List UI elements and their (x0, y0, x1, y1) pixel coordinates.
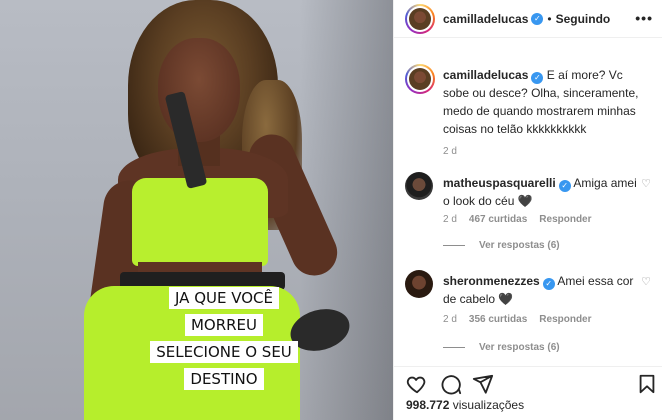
comment-item: sheronmenezzes ✓ Amei essa cor de cabelo … (405, 270, 655, 353)
verified-badge-icon: ✓ (531, 72, 544, 84)
comment-username[interactable]: sheronmenezzes (443, 274, 540, 288)
post-header: camilladelucas ✓ • Seguindo ••• (394, 0, 662, 38)
verified-badge-icon: ✓ (542, 278, 555, 290)
comment-icon[interactable] (440, 373, 462, 395)
comment-likes[interactable]: 356 curtidas (469, 314, 527, 325)
caption-username[interactable]: camilladelucas (443, 68, 528, 82)
author-avatar[interactable] (405, 3, 435, 34)
commenter-avatar[interactable] (405, 270, 433, 298)
share-icon[interactable] (472, 373, 494, 395)
comment-like-icon[interactable]: ♡ (641, 275, 651, 288)
comment-time[interactable]: 2 d (443, 214, 457, 225)
views-label: visualizações (452, 398, 525, 412)
views-number: 998.772 (406, 398, 450, 412)
comment-like-icon[interactable]: ♡ (641, 177, 651, 190)
post-caption: camilladelucas ✓ E aí more? Vc sobe ou de… (405, 64, 655, 164)
comment-item: matheuspasquarelli ✓ Amiga amei o look do… (405, 172, 655, 252)
comment-username[interactable]: matheuspasquarelli (443, 176, 556, 190)
post-video[interactable]: JA QUE VOCÊ MORREU SELECIONE O SEU DESTI… (0, 0, 393, 420)
replies-divider (443, 245, 465, 246)
more-options-icon[interactable]: ••• (635, 10, 653, 26)
comment-reply-button[interactable]: Responder (539, 314, 591, 325)
view-replies-label: Ver respostas (6) (479, 342, 560, 353)
person-face (158, 38, 240, 142)
post-side-panel: camilladelucas ✓ • Seguindo ••• camillad… (393, 0, 662, 420)
video-caption-line-1: JA QUE VOCÊ MORREU (169, 287, 279, 336)
comment-body: sheronmenezzes ✓ Amei essa cor de cabelo … (443, 272, 639, 308)
comment-meta: 2 d 467 curtidas Responder (443, 214, 592, 225)
caption-time[interactable]: 2 d (443, 146, 457, 157)
caption-author-avatar[interactable] (405, 64, 435, 94)
author-username[interactable]: camilladelucas (443, 12, 528, 26)
caption-author-avatar-image (409, 68, 431, 90)
view-replies-label: Ver respostas (6) (479, 240, 560, 251)
video-caption-line-2: SELECIONE O SEU (150, 341, 298, 363)
commenter-avatar-image (405, 270, 433, 298)
bookmark-icon[interactable] (636, 373, 658, 395)
views-count[interactable]: 998.772 visualizações (406, 398, 524, 412)
verified-badge-icon: ✓ (558, 180, 571, 192)
following-button[interactable]: Seguindo (556, 12, 611, 26)
commenter-avatar[interactable] (405, 172, 433, 200)
post-actions-bar (394, 366, 662, 396)
author-avatar-image (409, 7, 431, 30)
comment-meta: 2 d 356 curtidas Responder (443, 314, 592, 325)
video-caption-line-3: DESTINO (184, 368, 264, 390)
replies-divider (443, 347, 465, 348)
comment-body: matheuspasquarelli ✓ Amiga amei o look do… (443, 174, 639, 210)
comment-likes[interactable]: 467 curtidas (469, 214, 527, 225)
neon-top (132, 178, 268, 266)
commenter-avatar-image (405, 172, 433, 200)
caption-body: camilladelucas ✓ E aí more? Vc sobe ou de… (443, 66, 639, 138)
view-replies-button[interactable]: Ver respostas (6) (443, 342, 560, 353)
verified-badge-icon: ✓ (531, 12, 544, 25)
comment-time[interactable]: 2 d (443, 314, 457, 325)
caption-meta: 2 d (443, 146, 457, 157)
view-replies-button[interactable]: Ver respostas (6) (443, 240, 560, 251)
heart-icon[interactable] (406, 373, 428, 395)
header-separator: • (547, 11, 552, 26)
comment-reply-button[interactable]: Responder (539, 214, 591, 225)
video-caption: JA QUE VOCÊ MORREU SELECIONE O SEU DESTI… (148, 285, 300, 393)
